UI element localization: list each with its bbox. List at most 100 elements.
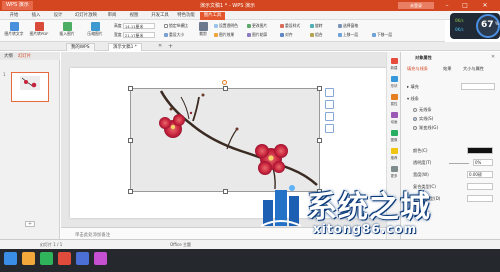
tab-size-props[interactable]: 大小与属性 bbox=[463, 66, 484, 72]
explorer-icon[interactable] bbox=[22, 252, 35, 265]
align-button[interactable]: 对齐 bbox=[280, 32, 293, 38]
bring-forward-button[interactable]: 上移一层 bbox=[338, 32, 358, 38]
app-icon[interactable] bbox=[94, 252, 107, 265]
tab-review[interactable]: 审阅 bbox=[104, 12, 120, 20]
resize-handle[interactable] bbox=[317, 86, 322, 91]
strip-more[interactable]: 更多 bbox=[387, 166, 401, 178]
resize-handle[interactable] bbox=[223, 189, 228, 194]
tab-developer[interactable]: 开发工具 bbox=[148, 12, 172, 20]
radio-icon bbox=[413, 108, 417, 112]
tab-start[interactable]: 开始 bbox=[6, 12, 22, 20]
rotate-handle[interactable] bbox=[222, 80, 227, 85]
combine-label: 组合 bbox=[315, 32, 323, 37]
picture-effect-button[interactable]: 图片效果 bbox=[214, 32, 234, 38]
watermark-title: 系统之城 bbox=[307, 190, 431, 225]
picture-outline-button[interactable]: 图片轮廓 bbox=[247, 32, 267, 38]
tab-insert[interactable]: 插入 bbox=[28, 12, 44, 20]
resize-handle[interactable] bbox=[128, 189, 133, 194]
tab-special[interactable]: 特色功能 bbox=[175, 12, 197, 20]
no-line-radio[interactable]: 无线条 bbox=[413, 107, 432, 113]
tab-picture-tools[interactable]: 图片工具 bbox=[200, 12, 225, 20]
image-to-pdf-button[interactable]: 图片转PDF bbox=[28, 22, 50, 37]
resize-handle[interactable] bbox=[223, 86, 228, 91]
compress-picture-button[interactable]: 压缩图片 bbox=[84, 22, 106, 37]
selection-pane-button[interactable]: 选择窗格 bbox=[338, 23, 358, 29]
resize-handle[interactable] bbox=[317, 138, 322, 143]
download-speed: 0K/s bbox=[455, 27, 464, 32]
add-slide-button[interactable]: + bbox=[25, 221, 35, 227]
resize-handle[interactable] bbox=[128, 86, 133, 91]
reset-style-button[interactable]: 重设样式 bbox=[280, 23, 300, 29]
selection-pane-icon bbox=[338, 24, 342, 28]
solid-line-radio[interactable]: 实线(S) bbox=[413, 116, 433, 122]
button-label: 图片转文字 bbox=[4, 31, 24, 36]
outline-icon bbox=[247, 33, 251, 37]
image-icon bbox=[390, 130, 398, 136]
image-to-text-button[interactable]: 图片转文字 bbox=[3, 22, 25, 37]
maximize-icon[interactable]: □ bbox=[456, 1, 474, 10]
strip-properties[interactable]: 属性 bbox=[387, 94, 401, 106]
tab-outline[interactable]: 大纲 bbox=[4, 53, 13, 59]
preview-icon[interactable] bbox=[325, 124, 334, 133]
tab-view[interactable]: 视图 bbox=[126, 12, 142, 20]
app-menu-button[interactable]: WPS 演示 bbox=[2, 1, 33, 10]
pdf-icon bbox=[34, 22, 44, 31]
close-icon[interactable]: ✕ bbox=[476, 1, 494, 10]
send-backward-button[interactable]: 下移一层 bbox=[372, 32, 392, 38]
reset-size-icon bbox=[164, 33, 168, 37]
insert-picture-button[interactable]: 插入图片 bbox=[56, 22, 78, 37]
strip-recommend[interactable]: 推荐 bbox=[387, 148, 401, 160]
strip-animation[interactable]: 动画 bbox=[387, 112, 401, 124]
strip-shape[interactable]: 形状 bbox=[387, 76, 401, 88]
login-button[interactable]: 未登录 bbox=[398, 2, 434, 9]
line-section[interactable]: ▾ 线条 bbox=[407, 96, 419, 102]
lock-ratio-checkbox[interactable]: 锁定纵横比 bbox=[164, 23, 188, 29]
outline-label: 图片轮廓 bbox=[252, 32, 268, 37]
thumbnail-blossom-image bbox=[20, 76, 40, 90]
slide-thumbnail[interactable] bbox=[11, 72, 49, 102]
strip-label: 形状 bbox=[390, 84, 398, 88]
transparent-color-button[interactable]: 设置透明色 bbox=[214, 23, 238, 29]
fill-section[interactable]: ▸ 填充 bbox=[407, 84, 419, 90]
minimize-icon[interactable]: – bbox=[438, 1, 456, 10]
close-icon[interactable]: ✕ bbox=[158, 43, 162, 49]
tab-slideshow[interactable]: 幻灯片放映 bbox=[71, 12, 101, 20]
tab-effects[interactable]: 效果 bbox=[443, 66, 451, 72]
tab-design[interactable]: 设计 bbox=[50, 12, 66, 20]
layout-icon[interactable] bbox=[325, 112, 334, 121]
crop-icon[interactable] bbox=[325, 100, 334, 109]
height-input[interactable]: 14.11厘米 bbox=[122, 23, 155, 29]
tab-my-wps[interactable]: 我的WPS bbox=[66, 43, 95, 51]
close-icon[interactable]: ✕ bbox=[491, 54, 495, 60]
app-icon[interactable] bbox=[76, 252, 89, 265]
fill-select[interactable] bbox=[461, 83, 495, 90]
rotate-button[interactable]: 旋转 bbox=[310, 23, 323, 29]
reset-size-button[interactable]: 重设大小 bbox=[164, 32, 184, 38]
plum-blossom-picture[interactable] bbox=[128, 86, 322, 194]
window-title: 演示文稿1 * - WPS 演示 bbox=[200, 3, 255, 9]
crop-button[interactable]: 裁剪 bbox=[196, 22, 210, 37]
width-input[interactable]: 0.00磅 bbox=[467, 171, 493, 178]
ribbon-tab-bar: 开始 插入 设计 幻灯片放映 审阅 视图 开发工具 特色功能 图片工具 bbox=[0, 11, 500, 20]
browser-icon[interactable] bbox=[40, 252, 53, 265]
strip-new[interactable]: 新建 bbox=[387, 58, 401, 70]
tab-presentation1[interactable]: 演示文稿1 * bbox=[108, 43, 142, 51]
start-icon[interactable] bbox=[4, 252, 17, 265]
tab-slides[interactable]: 幻灯片 bbox=[18, 53, 31, 59]
transparency-slider[interactable] bbox=[449, 163, 469, 164]
resize-handle[interactable] bbox=[128, 138, 133, 143]
network-speed-widget[interactable]: 67 % 0K/s 0K/s bbox=[450, 11, 500, 41]
color-picker[interactable] bbox=[467, 147, 493, 154]
reset-style-icon bbox=[280, 24, 284, 28]
transparency-input[interactable]: 0% bbox=[473, 159, 493, 166]
width-input[interactable]: 21.17厘米 bbox=[122, 32, 155, 38]
tab-fill-line[interactable]: 填充与线条 bbox=[407, 66, 428, 72]
gradient-line-radio[interactable]: 渐变线(G) bbox=[413, 125, 438, 131]
strip-label: 属性 bbox=[390, 102, 398, 106]
combine-button[interactable]: 组合 bbox=[310, 32, 323, 38]
change-picture-button[interactable]: 更改图片 bbox=[247, 23, 267, 29]
wps-icon[interactable] bbox=[58, 252, 71, 265]
strip-image[interactable]: 图像 bbox=[387, 130, 401, 142]
plus-icon[interactable]: + bbox=[168, 43, 173, 50]
zoom-icon[interactable] bbox=[325, 88, 334, 97]
